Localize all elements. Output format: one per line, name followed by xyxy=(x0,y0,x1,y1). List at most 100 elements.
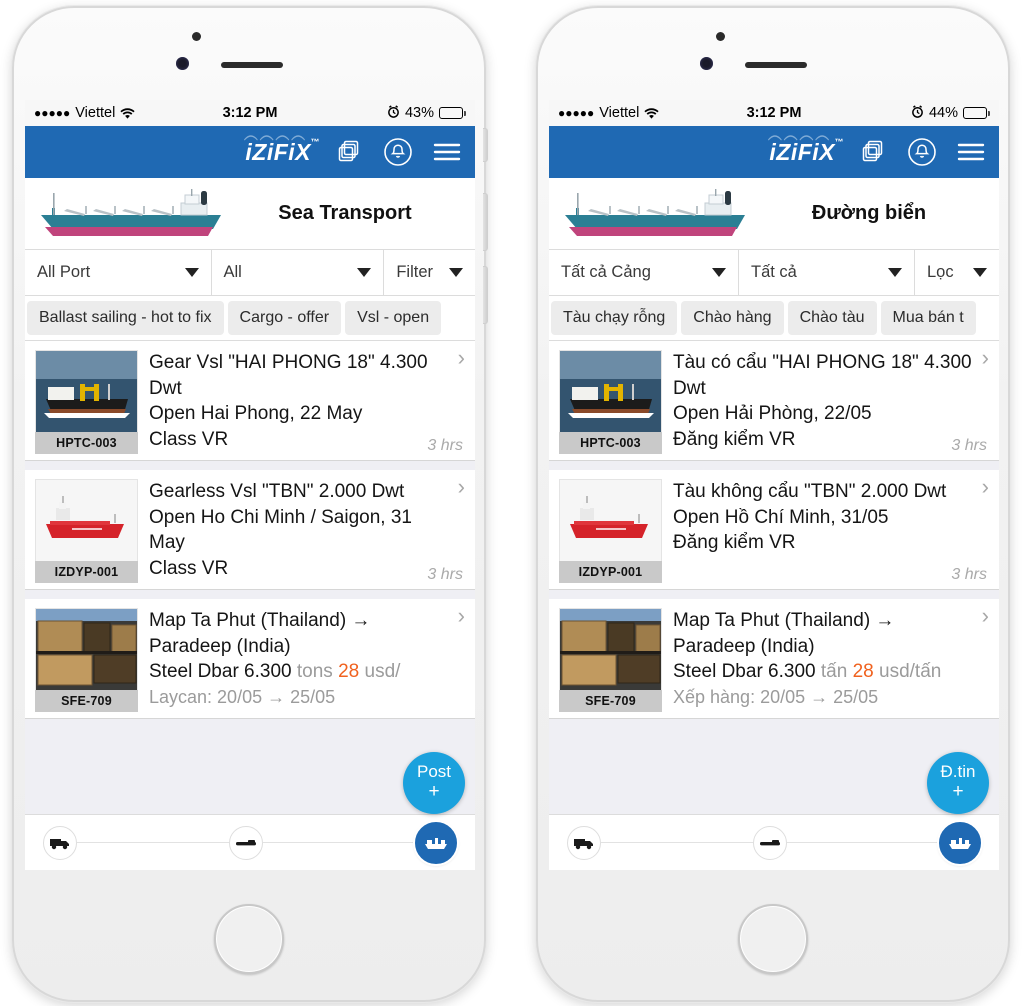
izifix-logo-text: iZiFiX xyxy=(245,138,311,165)
phone-device-left: ●●●●● Viettel 3:12 PM 43% iZiFiX ™ Sea T… xyxy=(12,6,488,1002)
cargo-unit: tấn xyxy=(820,661,848,683)
category-tabs: Ballast sailing - hot to fix Cargo - off… xyxy=(25,296,475,341)
notification-bell-icon[interactable] xyxy=(907,137,937,167)
bulk-carrier-yellow-cranes-photo xyxy=(559,350,662,432)
volume-down-button[interactable] xyxy=(483,266,488,324)
port-filter-dropdown[interactable]: All Port xyxy=(25,250,212,295)
listing-laycan: Laycan: 20/05 → 25/05 xyxy=(149,686,336,707)
cargo-unit: tons xyxy=(296,661,333,683)
carrier-name: Viettel xyxy=(599,105,640,121)
hamburger-menu-icon[interactable] xyxy=(957,141,985,163)
port-filter-value: All Port xyxy=(37,263,91,281)
listing-line-2: Open Ho Chi Minh / Saigon, 31 May xyxy=(149,506,412,554)
tab-mua-ban-tau[interactable]: Mua bán t xyxy=(880,301,976,335)
rail-transport-icon[interactable] xyxy=(753,825,787,860)
chevron-right-icon[interactable]: › xyxy=(982,476,989,498)
sea-transport-icon[interactable] xyxy=(939,821,981,864)
page-title: Sea Transport xyxy=(278,202,412,224)
app-screen-right: ●●●●● Viettel 3:12 PM 44% iZiFiX ™ Đường… xyxy=(549,100,999,870)
type-filter-dropdown[interactable]: All xyxy=(211,250,385,295)
app-navbar: iZiFiX ™ xyxy=(549,126,999,178)
proximity-sensor xyxy=(716,32,725,41)
home-button[interactable] xyxy=(738,904,808,974)
listing-laycan: Xếp hàng: 20/05 → 25/05 xyxy=(673,686,879,707)
toolbar-connector xyxy=(263,842,415,843)
mute-switch[interactable] xyxy=(483,128,488,162)
post-button-label: Đ.tin xyxy=(940,762,976,782)
listing-line-1: Gearless Vsl "TBN" 2.000 Dwt xyxy=(149,481,405,502)
filter-button[interactable]: Lọc xyxy=(915,250,999,295)
chevron-down-icon xyxy=(184,268,199,277)
hamburger-menu-icon[interactable] xyxy=(433,141,461,163)
copy-pages-icon[interactable] xyxy=(861,139,887,165)
type-filter-value: Tất cả xyxy=(751,263,797,281)
page-title: Đường biển xyxy=(811,202,927,224)
sea-transport-icon[interactable] xyxy=(415,821,457,864)
tab-vsl-open[interactable]: Vsl - open xyxy=(345,301,442,335)
notification-bell-icon[interactable] xyxy=(383,137,413,167)
listing-code: HPTC-003 xyxy=(35,432,138,454)
trademark-mark: ™ xyxy=(310,136,320,147)
listing-timestamp: 3 hrs xyxy=(951,566,987,583)
izifix-logo[interactable]: iZiFiX ™ xyxy=(244,134,320,166)
alarm-clock-icon xyxy=(387,105,400,121)
volume-up-button[interactable] xyxy=(483,193,488,251)
phone-device-right: ●●●●● Viettel 3:12 PM 44% iZiFiX ™ Đường… xyxy=(536,6,1010,1002)
list-item[interactable]: IZDYP-001 Gearless Vsl "TBN" 2.000 Dwt O… xyxy=(25,470,475,590)
wifi-icon xyxy=(120,107,135,119)
chevron-right-icon[interactable]: › xyxy=(982,605,989,627)
type-filter-value: All xyxy=(223,263,242,281)
status-bar: ●●●●● Viettel 3:12 PM 43% xyxy=(25,100,475,126)
listing-body: Tàu không cẩu "TBN" 2.000 Dwt Open Hồ Ch… xyxy=(662,479,989,583)
chevron-down-icon xyxy=(888,268,902,277)
post-listing-button[interactable]: Đ.tin + xyxy=(927,752,989,814)
tab-tau-chay-rong[interactable]: Tàu chạy rỗng xyxy=(551,301,678,335)
listing-line-3: Đăng kiểm VR xyxy=(673,428,796,450)
tab-chao-hang[interactable]: Chào hàng xyxy=(681,301,784,335)
listing-code: IZDYP-001 xyxy=(35,561,138,583)
cargo-name: Steel Dbar 6.300 xyxy=(149,661,292,683)
home-button[interactable] xyxy=(214,904,284,974)
chevron-down-icon xyxy=(449,268,463,277)
toolbar-connector xyxy=(77,842,229,843)
signal-strength-dots: ●●●●● xyxy=(558,106,595,120)
chevron-right-icon[interactable]: › xyxy=(458,605,465,627)
road-transport-icon[interactable] xyxy=(567,825,601,860)
filter-button-label: Lọc xyxy=(927,263,954,281)
wifi-icon xyxy=(644,107,659,119)
filter-button-label: Filter xyxy=(396,263,433,281)
chevron-right-icon[interactable]: › xyxy=(458,476,465,498)
listing-code: SFE-709 xyxy=(559,690,662,712)
list-item[interactable]: HPTC-003 Gear Vsl "HAI PHONG 18" 4.300 D… xyxy=(25,341,475,461)
tab-ballast-sailing[interactable]: Ballast sailing - hot to fix xyxy=(27,301,224,335)
tab-chao-tau[interactable]: Chào tàu xyxy=(787,301,877,335)
listing-line-2: Open Hồ Chí Minh, 31/05 xyxy=(673,506,889,528)
listing-list: HPTC-003 Gear Vsl "HAI PHONG 18" 4.300 D… xyxy=(25,341,475,719)
listing-thumbnail: SFE-709 xyxy=(35,608,138,712)
chevron-right-icon[interactable]: › xyxy=(982,347,989,369)
listing-route: Map Ta Phut (Thailand) → Paradeep (India… xyxy=(149,610,371,657)
category-tabs: Tàu chạy rỗng Chào hàng Chào tàu Mua bán… xyxy=(549,296,999,341)
filter-button[interactable]: Filter xyxy=(384,250,475,295)
listing-code: HPTC-003 xyxy=(559,432,662,454)
port-filter-dropdown[interactable]: Tất cả Cảng xyxy=(549,250,739,295)
chevron-right-icon[interactable]: › xyxy=(458,347,465,369)
list-item[interactable]: HPTC-003 Tàu có cẩu "HAI PHONG 18" 4.300… xyxy=(549,341,999,461)
copy-pages-icon[interactable] xyxy=(337,139,363,165)
izifix-logo[interactable]: iZiFiX ™ xyxy=(768,134,844,166)
type-filter-dropdown[interactable]: Tất cả xyxy=(739,250,915,295)
rail-transport-icon[interactable] xyxy=(229,825,263,860)
wooden-crates-cargo-photo xyxy=(559,608,662,690)
battery-icon xyxy=(439,107,466,119)
listing-route: Map Ta Phut (Thailand) → Paradeep (India… xyxy=(673,610,895,657)
tab-cargo-offer[interactable]: Cargo - offer xyxy=(227,301,342,335)
list-item[interactable]: IZDYP-001 Tàu không cẩu "TBN" 2.000 Dwt … xyxy=(549,470,999,590)
status-bar-left: ●●●●● Viettel xyxy=(558,105,659,121)
listing-body: Gear Vsl "HAI PHONG 18" 4.300 Dwt Open H… xyxy=(138,350,465,454)
road-transport-icon[interactable] xyxy=(43,825,77,860)
front-camera xyxy=(700,57,713,70)
post-listing-button[interactable]: Post + xyxy=(403,752,465,814)
izifix-logo-text: iZiFiX xyxy=(769,138,835,165)
list-item[interactable]: SFE-709 Map Ta Phut (Thailand) → Paradee… xyxy=(549,599,999,719)
list-item[interactable]: SFE-709 Map Ta Phut (Thailand) → Paradee… xyxy=(25,599,475,719)
